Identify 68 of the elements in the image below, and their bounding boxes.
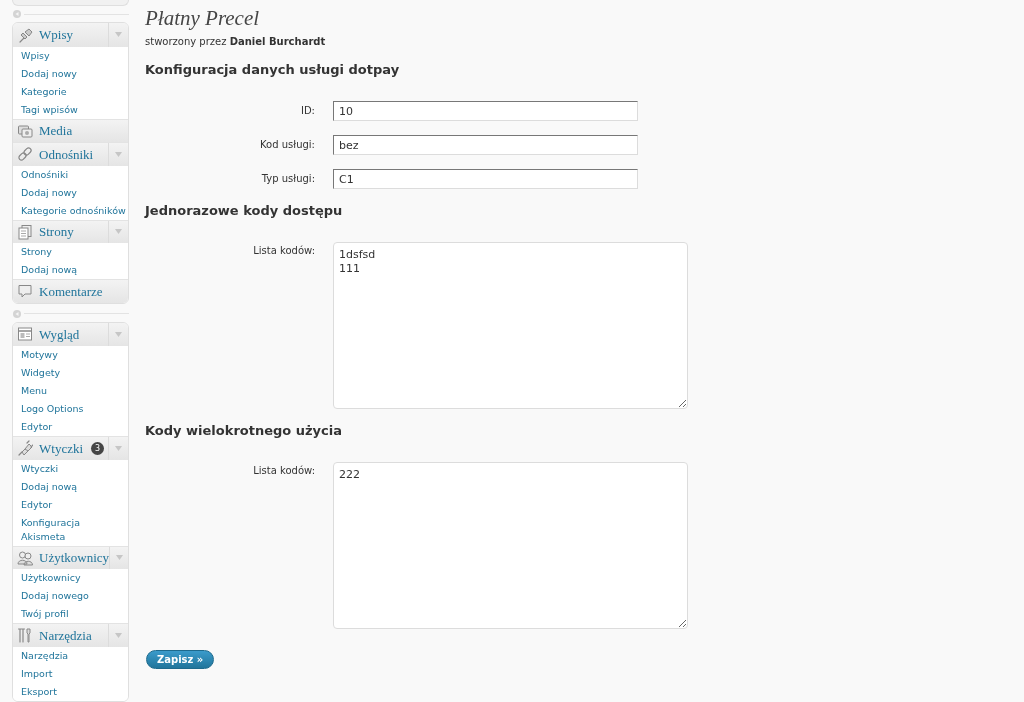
caret-icon	[115, 151, 122, 157]
pin-icon	[17, 26, 33, 43]
nav-heading-link[interactable]: Komentarze	[13, 280, 128, 303]
users-icon	[17, 549, 33, 566]
caret-icon	[115, 331, 122, 337]
chain-link-icon	[17, 146, 33, 163]
submenu-link[interactable]: Widgety	[13, 364, 128, 382]
page-title: Płatny Precel	[145, 5, 261, 32]
submenu-link[interactable]: Menu	[13, 382, 128, 400]
section-heading: Kody wielokrotnego użycia	[145, 422, 344, 440]
plug-icon	[17, 440, 33, 457]
field-label: Kod usługi:	[259, 138, 315, 152]
nav-heading-link[interactable]: Media	[13, 119, 128, 142]
field-label: ID:	[299, 104, 315, 118]
submenu-link[interactable]: Edytor	[13, 418, 128, 436]
speech-bubble-icon	[17, 283, 33, 300]
section-heading: Konfiguracja danych usługi dotpay	[145, 61, 401, 79]
field-label: Lista kodów:	[252, 464, 315, 478]
caret-icon	[115, 555, 123, 561]
submenu-link[interactable]: Edytor	[13, 495, 128, 514]
author-line: stworzony przez Daniel Burchardt	[145, 35, 327, 49]
submenu-link[interactable]: Twój profil	[13, 605, 128, 623]
submenu-link[interactable]: Wtyczki	[13, 459, 128, 478]
submenu-link[interactable]: Odnośniki	[13, 165, 128, 184]
collapse-arrow-icon	[13, 10, 21, 18]
submenu-link[interactable]: Dodaj nowy	[13, 64, 128, 83]
submenu-link[interactable]: Narzędzia	[13, 646, 128, 665]
submenu-link[interactable]: Dodaj nowy	[13, 183, 128, 202]
caret-icon	[115, 32, 122, 38]
text-field[interactable]: C1	[333, 169, 638, 189]
count-badge: 3	[91, 441, 105, 455]
submenu-link[interactable]: Strony	[13, 243, 128, 261]
nav-heading-link[interactable]: Strony	[13, 220, 108, 243]
nav-heading-link[interactable]: Odnośniki	[13, 143, 108, 166]
collapse-arrow-icon	[13, 309, 21, 318]
nav-heading-link[interactable]: Wtyczki 3	[13, 437, 108, 460]
text-area[interactable]: 222	[333, 462, 688, 629]
submenu-link[interactable]: Tagi wpisów	[13, 100, 128, 119]
submenu-link[interactable]: Użytkownicy	[13, 569, 128, 587]
submenu-link[interactable]: Motywy	[13, 346, 128, 364]
text-area[interactable]: 1dsfsd 111	[333, 242, 688, 409]
nav-heading-link[interactable]: Narzędzia	[13, 624, 108, 647]
caret-icon	[115, 445, 122, 451]
nav-heading-link[interactable]: Użytkownicy	[13, 546, 110, 569]
window-icon	[17, 326, 33, 343]
section-heading: Jednorazowe kody dostępu	[145, 202, 344, 220]
pages-icon	[17, 223, 33, 240]
caret-icon	[115, 229, 122, 235]
field-label: Lista kodów:	[252, 244, 315, 258]
submenu-link[interactable]: Kategorie odnośników	[13, 201, 128, 220]
field-label: Typ usługi:	[260, 172, 315, 186]
text-field[interactable]: 10	[333, 101, 638, 121]
camera-icon	[17, 122, 33, 139]
submenu-link[interactable]: Dodaj nowego	[13, 587, 128, 605]
submenu-link[interactable]: Eksport	[13, 682, 128, 701]
submenu-link[interactable]: Dodaj nową	[13, 477, 128, 496]
submenu-link[interactable]: Logo Options	[13, 400, 128, 418]
nav-heading-link[interactable]: Wpisy	[13, 23, 108, 47]
submenu-link[interactable]: Import	[13, 664, 128, 683]
caret-icon	[115, 632, 122, 638]
tools-icon	[17, 627, 33, 644]
save-button[interactable]: Zapisz »	[146, 650, 215, 669]
text-field[interactable]: bez	[333, 135, 638, 155]
submenu-link[interactable]: Dodaj nową	[13, 261, 128, 279]
submenu-link[interactable]: Wpisy	[13, 46, 128, 65]
submenu-link[interactable]: Kategorie	[13, 82, 128, 101]
submenu-link[interactable]: Konfiguracja Akismeta	[13, 513, 128, 546]
nav-heading-link[interactable]: Wygląd	[13, 322, 108, 346]
